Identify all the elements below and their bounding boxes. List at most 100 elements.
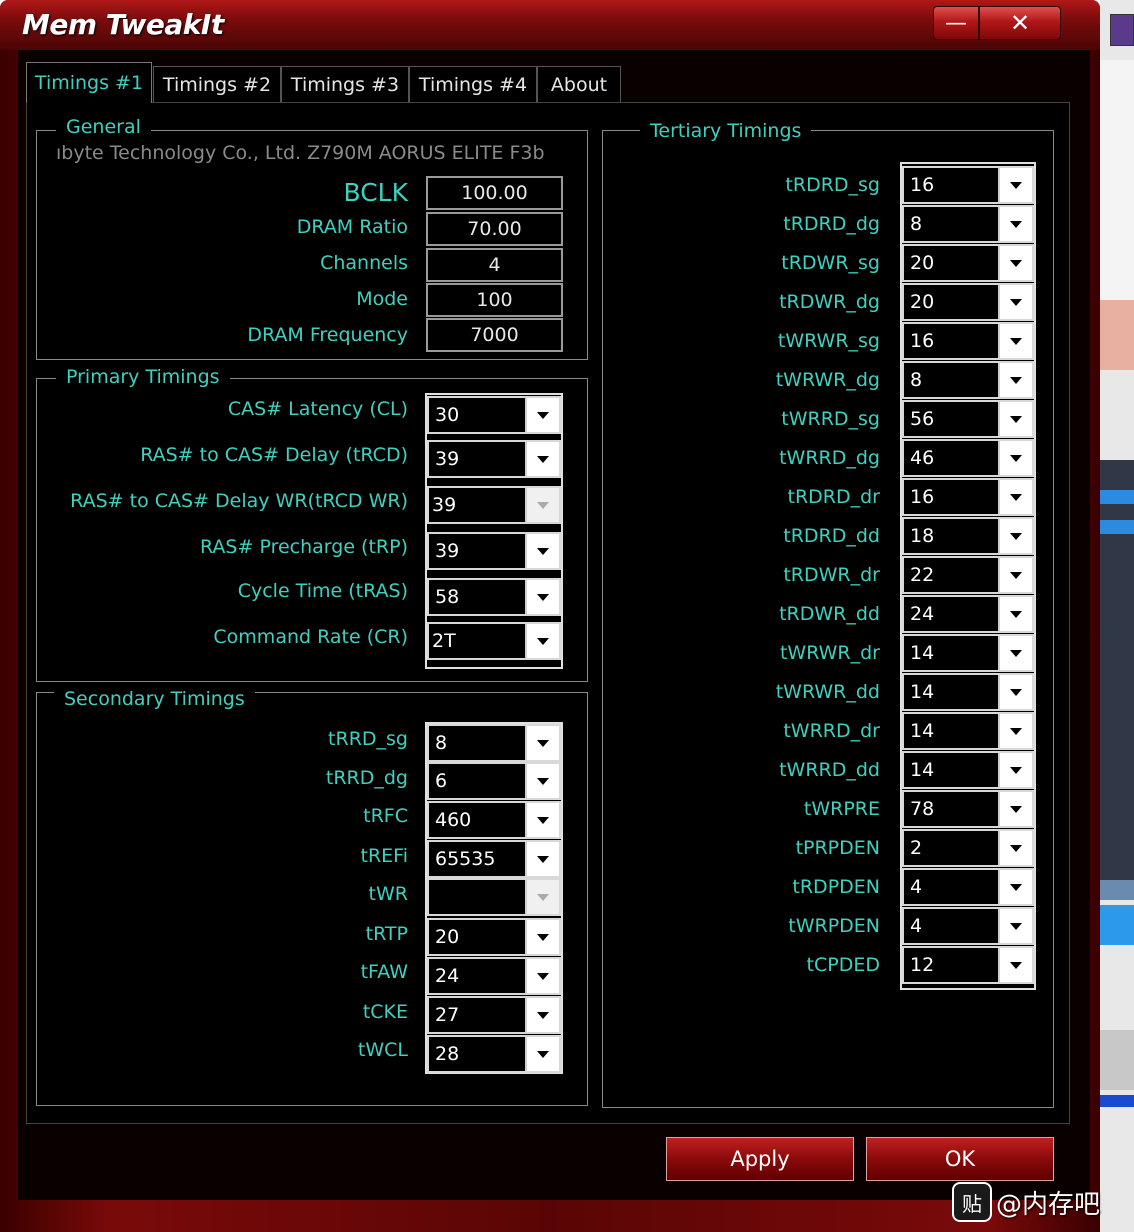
trtp-select[interactable]: 20 — [427, 918, 561, 956]
dropdown-button[interactable] — [998, 519, 1032, 553]
trdwr-dr-select[interactable]: 22 — [902, 556, 1034, 594]
trdpden-select[interactable]: 4 — [902, 868, 1034, 906]
minimize-button[interactable]: — — [933, 6, 979, 40]
twrrd-dg-label: tWRRD_dg — [779, 447, 880, 469]
trdrd-sg-select[interactable]: 16 — [902, 166, 1034, 204]
trdwr-dg-select[interactable]: 20 — [902, 283, 1034, 321]
dropdown-button[interactable] — [525, 803, 559, 837]
dropdown-button[interactable] — [998, 246, 1032, 280]
twrwr-dr-select[interactable]: 14 — [902, 634, 1034, 672]
dropdown-button[interactable] — [998, 168, 1032, 202]
chevron-down-icon — [537, 547, 549, 555]
twrrd-dd-value: 14 — [910, 759, 935, 781]
dropdown-button[interactable] — [998, 870, 1032, 904]
dropdown-button[interactable] — [998, 480, 1032, 514]
tab-timings-1[interactable]: Timings #1 — [26, 62, 152, 103]
twrpre-select[interactable]: 78 — [902, 790, 1034, 828]
command-rate-select[interactable]: 2T — [427, 622, 561, 660]
dropdown-button[interactable] — [525, 534, 559, 568]
tcke-select[interactable]: 27 — [427, 996, 561, 1034]
trrd-dg-select[interactable]: 6 — [427, 762, 561, 800]
dropdown-button[interactable] — [998, 363, 1032, 397]
tcpded-select[interactable]: 12 — [902, 946, 1034, 984]
dropdown-button[interactable] — [525, 726, 559, 760]
trrd-sg-select[interactable]: 8 — [427, 724, 561, 762]
dropdown-button[interactable] — [525, 442, 559, 476]
tab-about[interactable]: About — [537, 66, 621, 102]
twrwr-sg-select[interactable]: 16 — [902, 322, 1034, 360]
dropdown-button[interactable] — [525, 398, 559, 432]
dram-frequency-label: DRAM Frequency — [247, 324, 408, 346]
tcke-label: tCKE — [362, 1001, 408, 1023]
chevron-down-icon — [1010, 883, 1022, 891]
dropdown-button[interactable] — [998, 402, 1032, 436]
background-panel — [1100, 880, 1134, 900]
dropdown-button[interactable] — [525, 998, 559, 1032]
trp-select[interactable]: 39 — [427, 532, 561, 570]
dropdown-button[interactable] — [998, 597, 1032, 631]
dropdown-button[interactable] — [525, 624, 559, 658]
dropdown-button[interactable] — [998, 909, 1032, 943]
ok-button[interactable]: OK — [866, 1137, 1054, 1181]
trdwr-dd-select[interactable]: 24 — [902, 595, 1034, 633]
cas-latency-select[interactable]: 30 — [427, 396, 561, 434]
tras-select[interactable]: 58 — [427, 578, 561, 616]
dropdown-button[interactable] — [998, 636, 1032, 670]
twrpden-select[interactable]: 4 — [902, 907, 1034, 945]
twrrd-dg-select[interactable]: 46 — [902, 439, 1034, 477]
tab-timings-3[interactable]: Timings #3 — [281, 66, 409, 102]
dropdown-button[interactable] — [998, 558, 1032, 592]
trdrd-dr-select[interactable]: 16 — [902, 478, 1034, 516]
tprpden-select[interactable]: 2 — [902, 829, 1034, 867]
dropdown-button[interactable] — [998, 831, 1032, 865]
trdwr-sg-select[interactable]: 20 — [902, 244, 1034, 282]
twrwr-dg-select[interactable]: 8 — [902, 361, 1034, 399]
trdrd-dd-select[interactable]: 18 — [902, 517, 1034, 555]
dropdown-button[interactable] — [525, 580, 559, 614]
dropdown-button[interactable] — [998, 948, 1032, 982]
dropdown-button[interactable] — [998, 675, 1032, 709]
chevron-down-icon — [537, 455, 549, 463]
dropdown-button[interactable] — [998, 714, 1032, 748]
twrwr-dd-select[interactable]: 14 — [902, 673, 1034, 711]
tprpden-label: tPRPDEN — [795, 837, 880, 859]
dropdown-button[interactable] — [525, 920, 559, 954]
general-group-title: General — [56, 116, 151, 138]
twrrd-sg-label: tWRRD_sg — [781, 408, 880, 430]
trefi-select[interactable]: 65535 — [427, 840, 561, 878]
dropdown-button[interactable] — [525, 959, 559, 993]
dropdown-button[interactable] — [525, 842, 559, 876]
dropdown-button-disabled — [525, 880, 559, 914]
chevron-down-icon — [537, 855, 549, 863]
trcd-wr-label: RAS# to CAS# Delay WR(tRCD WR) — [70, 490, 408, 512]
command-rate-value: 2T — [432, 630, 456, 652]
twcl-select[interactable]: 28 — [427, 1035, 561, 1073]
twrrd-dd-select[interactable]: 14 — [902, 751, 1034, 789]
trdrd-dr-value: 16 — [910, 486, 935, 508]
twrrd-dr-select[interactable]: 14 — [902, 712, 1034, 750]
dram-frequency-value: 7000 — [426, 318, 563, 352]
dropdown-button[interactable] — [998, 324, 1032, 358]
chevron-down-icon — [537, 637, 549, 645]
twrrd-sg-select[interactable]: 56 — [902, 400, 1034, 438]
dropdown-button[interactable] — [525, 764, 559, 798]
dropdown-button[interactable] — [998, 441, 1032, 475]
trfc-select[interactable]: 460 — [427, 801, 561, 839]
dropdown-button[interactable] — [998, 285, 1032, 319]
tab-timings-4[interactable]: Timings #4 — [409, 66, 537, 102]
primary-timings-title: Primary Timings — [56, 366, 230, 388]
trcd-select[interactable]: 39 — [427, 440, 561, 478]
dropdown-button[interactable] — [998, 792, 1032, 826]
tab-timings-2[interactable]: Timings #2 — [153, 66, 281, 102]
bclk-value: 100.00 — [426, 176, 563, 210]
twr-label: tWR — [368, 883, 408, 905]
tfaw-select[interactable]: 24 — [427, 957, 561, 995]
chevron-down-icon — [537, 593, 549, 601]
trdwr-dr-label: tRDWR_dr — [783, 564, 880, 586]
dropdown-button[interactable] — [525, 1037, 559, 1071]
dropdown-button[interactable] — [998, 753, 1032, 787]
trdrd-dg-select[interactable]: 8 — [902, 205, 1034, 243]
apply-button[interactable]: Apply — [666, 1137, 854, 1181]
dropdown-button[interactable] — [998, 207, 1032, 241]
close-button[interactable]: ✕ — [979, 6, 1061, 40]
